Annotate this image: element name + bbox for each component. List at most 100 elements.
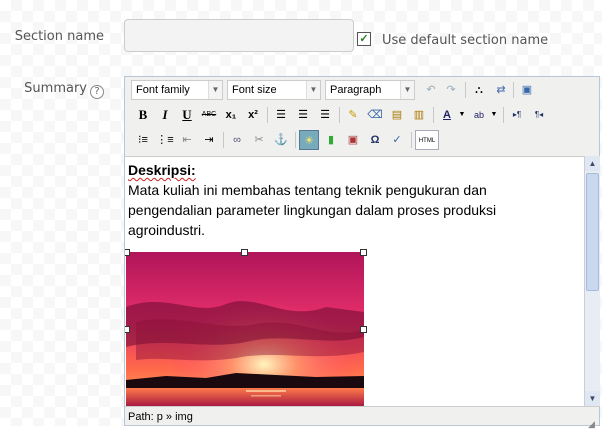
media-icon: ▮ [327,134,335,146]
chevron-down-icon: ▼ [458,111,466,118]
link-button[interactable]: ∞ [227,130,247,150]
resize-handle[interactable] [360,326,367,333]
section-name-label: Section name [14,29,104,44]
subscript-button[interactable]: x₁ [221,105,241,125]
scroll-up-arrow[interactable]: ▲ [585,156,600,171]
font-family-value: Font family [136,84,190,96]
align-center-button[interactable]: ☰ [293,105,313,125]
anchor-button[interactable]: ⚓ [271,130,291,150]
align-left-icon: ☰ [276,109,286,121]
numbered-list-icon: ⋮≡ [156,134,174,146]
bullet-list-icon: ⁝≡ [138,134,148,146]
align-center-icon: ☰ [298,109,308,121]
replace-button[interactable]: ⇄ [491,80,511,100]
link-icon: ∞ [233,134,241,146]
ltr-button[interactable]: ▸¶ [507,105,527,125]
scroll-down-arrow[interactable]: ▼ [585,391,600,406]
indent-icon: ⇥ [204,134,214,146]
redo-icon: ↷ [446,84,456,96]
unlink-icon: ✂ [254,134,264,146]
element-path[interactable]: Path: p » img [128,411,193,423]
omega-icon: Ω [370,134,380,146]
resize-handle[interactable] [241,249,248,256]
highlight-color-button[interactable]: ab [469,105,489,125]
fullscreen-button[interactable]: ▣ [517,80,537,100]
anchor-icon: ⚓ [274,134,288,146]
rtl-button[interactable]: ¶◂ [529,105,549,125]
cleanup-button[interactable]: ✎ [343,105,363,125]
italic-button[interactable]: I [155,105,175,125]
undo-icon: ↶ [426,84,436,96]
toolbar-separator [433,107,434,123]
toolbar-separator [513,82,514,98]
paragraph-value: Paragraph [330,84,382,96]
strikethrough-button[interactable]: ABC [199,105,219,125]
binoculars-icon: ⛬ [475,84,483,96]
content-line-3: agroindustri. [128,222,206,238]
fullscreen-icon: ▣ [521,84,533,96]
paste-word-icon: ▥ [413,109,425,121]
replace-icon: ⇄ [496,84,506,96]
use-default-checkbox[interactable]: ✓ [357,32,371,46]
highlight-icon: ab [473,110,484,120]
sunset-image[interactable] [125,249,367,406]
paste-text-button[interactable]: ▤ [387,105,407,125]
find-button[interactable]: ⛬ [469,80,489,100]
insert-image-button[interactable]: ☀ [299,130,319,150]
remove-format-button[interactable]: ⌫ [365,105,385,125]
text-color-icon: A [443,109,451,121]
superscript-button[interactable]: x² [243,105,263,125]
align-right-icon: ☰ [320,109,330,121]
spellcheck-button[interactable]: ✓ [387,130,407,150]
paste-word-button[interactable]: ▥ [409,105,429,125]
scroll-thumb[interactable] [586,173,599,291]
chevron-down-icon: ▼ [208,81,222,99]
underline-button[interactable]: U [177,105,197,125]
unlink-button[interactable]: ✂ [249,130,269,150]
undo-button[interactable]: ↶ [421,80,441,100]
resize-handle[interactable] [125,326,130,333]
content-line-2: pengendalian parameter lingkungan dalam … [128,202,497,218]
section-name-input[interactable] [124,19,354,52]
redo-button[interactable]: ↷ [441,80,461,100]
toolbar-separator [223,132,224,148]
text-color-dropdown[interactable]: ▼ [457,105,467,125]
indent-button[interactable]: ⇥ [199,130,219,150]
html-source-button[interactable]: HTML [415,130,439,150]
ltr-icon: ▸¶ [512,110,522,119]
resize-grip-icon[interactable]: ◢ [588,414,598,429]
insert-media-button[interactable]: ▮ [321,130,341,150]
toolbar-separator [339,107,340,123]
content-heading: Deskripsi: [128,160,581,180]
numbered-list-button[interactable]: ⋮≡ [155,130,175,150]
highlight-color-dropdown[interactable]: ▼ [489,105,499,125]
insert-moodle-media-button[interactable]: ▣ [343,130,363,150]
toolbar-separator [411,132,412,148]
bold-button[interactable]: B [133,105,153,125]
paragraph-dropdown[interactable]: Paragraph ▼ [325,80,415,100]
bullet-list-button[interactable]: ⁝≡ [133,130,153,150]
editor-status-bar: Path: p » img ◢ [125,406,600,429]
outdent-icon: ⇤ [182,134,192,146]
text-color-button[interactable]: A [437,105,457,125]
brush-icon: ✎ [348,109,358,121]
font-size-dropdown[interactable]: Font size ▼ [227,80,321,100]
help-icon[interactable]: ? [90,85,104,99]
editor-content-area[interactable]: Deskripsi: Mata kuliah ini membahas tent… [125,156,584,406]
moodle-media-icon: ▣ [347,134,359,146]
rtl-icon: ¶◂ [534,110,544,119]
font-family-dropdown[interactable]: Font family ▼ [131,80,223,100]
sunset-image-graphic [126,252,364,406]
resize-handle[interactable] [125,249,130,256]
font-size-value: Font size [232,84,277,96]
resize-handle[interactable] [360,249,367,256]
outdent-button[interactable]: ⇤ [177,130,197,150]
chevron-down-icon: ▼ [490,111,498,118]
align-right-button[interactable]: ☰ [315,105,335,125]
special-char-button[interactable]: Ω [365,130,385,150]
rich-text-editor: Font family ▼ Font size ▼ Paragraph ▼ ↶ … [124,76,600,429]
align-left-button[interactable]: ☰ [271,105,291,125]
vertical-scrollbar[interactable]: ▲ ▼ [584,156,600,406]
summary-label-text: Summary [24,81,87,96]
toolbar-separator [267,107,268,123]
